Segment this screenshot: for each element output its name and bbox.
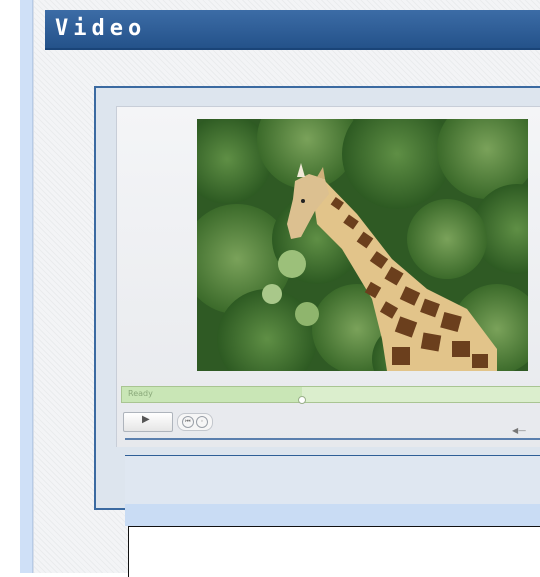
play-icon: ▶ (142, 414, 150, 425)
progress-status-label: Ready (128, 389, 153, 398)
rewind-icon[interactable]: ⏮ (182, 416, 194, 428)
lower-strip (125, 504, 540, 526)
video-frame-giraffe-image (197, 119, 528, 371)
left-sidebar-bar (20, 0, 33, 573)
text-area[interactable] (128, 526, 540, 577)
volume-icon[interactable]: ◀— (512, 426, 526, 435)
play-button[interactable]: ▶ (123, 412, 173, 432)
progress-scrubber-handle[interactable] (298, 396, 307, 404)
pause-icon[interactable]: ◦ (196, 416, 208, 428)
toolbar-strip (125, 456, 540, 504)
player-bottom-divider (125, 438, 540, 440)
video-section-header: Video (45, 10, 540, 50)
playback-button-group[interactable]: ⏮ ◦ (177, 413, 213, 431)
player-controls: ▶ ⏮ ◦ (121, 412, 540, 432)
video-display[interactable] (197, 119, 528, 371)
left-margin (0, 0, 20, 573)
progress-bar[interactable]: Ready (121, 386, 540, 404)
video-section-title: Video (55, 16, 147, 41)
